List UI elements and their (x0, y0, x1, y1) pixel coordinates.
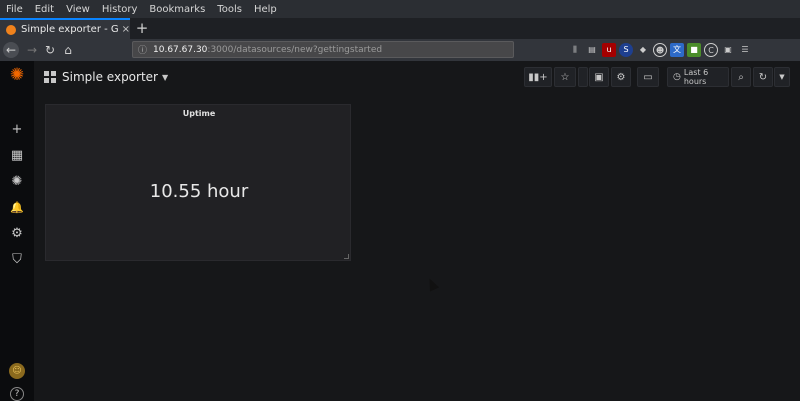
panel-title[interactable]: Uptime (46, 109, 352, 118)
toolbar-spacer (578, 67, 588, 87)
save-dashboard-button[interactable]: ▣ (589, 67, 609, 87)
tv-mode-button[interactable]: ▭ (637, 67, 659, 87)
browser-menubar: File Edit View History Bookmarks Tools H… (0, 0, 800, 18)
back-arrow-icon[interactable]: ← (3, 42, 19, 58)
menu-file[interactable]: File (6, 4, 23, 15)
add-panel-button[interactable]: ▮▮+ (524, 67, 552, 87)
grafana-favicon-icon (6, 24, 16, 35)
clock-icon: ◷ (673, 72, 681, 82)
new-tab-button[interactable]: + (134, 19, 150, 37)
refresh-button[interactable]: ↻ (753, 67, 773, 87)
screenshot-icon[interactable]: ▣ (721, 43, 735, 57)
explore-compass-icon[interactable]: ✺ (9, 174, 25, 190)
tab-close-icon[interactable]: × (122, 24, 130, 35)
dashboard-grid-icon (44, 71, 56, 83)
home-icon[interactable]: ⌂ (60, 42, 76, 58)
uptime-panel[interactable]: Uptime 10.55 hour (45, 104, 351, 261)
dashboard-settings-button[interactable]: ⚙ (611, 67, 631, 87)
green-extension-icon[interactable]: ■ (687, 43, 701, 57)
c-extension-icon[interactable]: C (704, 43, 718, 57)
server-admin-shield-icon[interactable]: ⛉ (9, 252, 25, 268)
url-host: 10.67.67.30 (153, 44, 208, 55)
menu-history[interactable]: History (102, 4, 138, 15)
extension-toolbar: ⫼ ▤ u S ◆ ☻ 文 ■ C ▣ ☰ (568, 43, 752, 57)
menu-tools[interactable]: Tools (217, 4, 242, 15)
dashboards-icon[interactable]: ▦ (9, 148, 25, 164)
dashboard-title: Simple exporter (62, 70, 158, 84)
caret-down-icon: ▼ (161, 72, 169, 82)
translate-icon[interactable]: 文 (670, 43, 684, 57)
grafana-logo-icon[interactable]: ✺ (9, 67, 25, 84)
panel-resize-handle[interactable] (344, 254, 349, 259)
user-avatar[interactable]: ☺ (9, 363, 25, 379)
url-path: :3000/datasources/new?gettingstarted (207, 44, 383, 55)
shield-ext-icon[interactable]: ◆ (636, 43, 650, 57)
sidebar-icon[interactable]: ▤ (585, 43, 599, 57)
time-range-picker[interactable]: ◷ Last 6 hours (667, 67, 729, 87)
menu-edit[interactable]: Edit (35, 4, 54, 15)
search-zoom-button[interactable]: ⌕ (731, 67, 751, 87)
alerting-bell-icon[interactable]: 🔔 (9, 200, 25, 216)
avatar-ext-icon[interactable]: ☻ (653, 43, 667, 57)
reload-icon[interactable]: ↻ (42, 42, 58, 58)
menu-bookmarks[interactable]: Bookmarks (149, 4, 205, 15)
browser-navbar: ← → ↻ ⌂ ⓘ 10.67.67.30 :3000/datasources/… (0, 39, 800, 61)
star-button[interactable]: ☆ (554, 67, 576, 87)
dashboard-picker[interactable]: Simple exporter ▼ (44, 70, 168, 84)
configuration-gear-icon[interactable]: ⚙ (9, 226, 25, 242)
dashboard-main: Simple exporter ▼ ▮▮+ ☆ ▣ ⚙ ▭ ◷ Last 6 h… (34, 61, 800, 401)
help-icon[interactable]: ? (10, 387, 24, 401)
refresh-interval-dropdown[interactable]: ▼ (774, 67, 790, 87)
time-range-label: Last 6 hours (683, 68, 709, 86)
hamburger-menu-icon[interactable]: ☰ (738, 43, 752, 57)
library-icon[interactable]: ⫼ (568, 43, 582, 57)
browser-tabstrip: Simple exporter - Grafana × + (0, 18, 800, 39)
site-info-icon[interactable]: ⓘ (138, 43, 147, 56)
url-bar[interactable]: ⓘ 10.67.67.30 :3000/datasources/new?gett… (132, 41, 514, 58)
menu-view[interactable]: View (66, 4, 90, 15)
forward-arrow-icon[interactable]: → (24, 42, 40, 58)
panel-stat-value: 10.55 hour (149, 181, 249, 202)
browser-tab[interactable]: Simple exporter - Grafana × (0, 18, 130, 39)
ublock-icon[interactable]: u (602, 43, 616, 57)
menu-help[interactable]: Help (254, 4, 277, 15)
create-plus-icon[interactable]: + (9, 122, 25, 138)
tab-title: Simple exporter - Grafana (20, 24, 119, 35)
grafana-sidebar: ✺ + ▦ ✺ 🔔 ⚙ ⛉ ☺ ? (0, 61, 34, 401)
s-extension-icon[interactable]: S (619, 43, 633, 57)
